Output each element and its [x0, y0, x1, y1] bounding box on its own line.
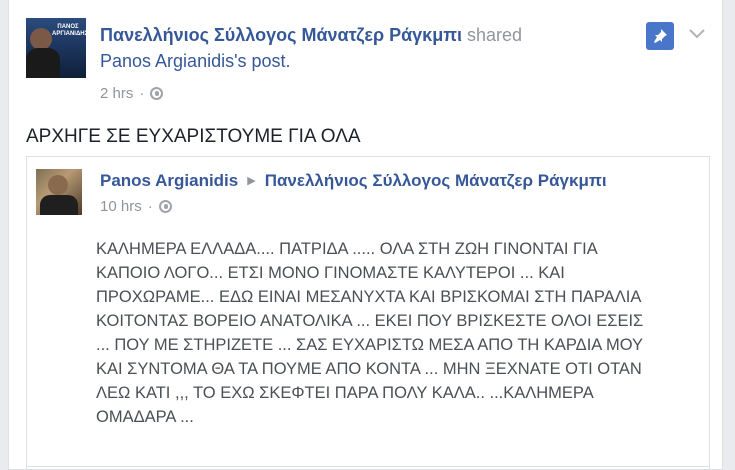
avatar-person-torso: [26, 48, 60, 78]
original-timestamp-row: 10 hrs ·: [100, 198, 172, 215]
author-avatar[interactable]: [36, 169, 82, 215]
shared-label: shared: [467, 25, 523, 45]
shared-timestamp-row: 2 hrs ·: [100, 85, 164, 102]
avatar-body: [40, 195, 78, 215]
original-post-card: Panos Argianidis ▶ Πανελλήνιος Σύλλογος …: [26, 156, 710, 470]
shared-headline: Πανελλήνιος Σύλλογος Μάνατζερ Ράγκμπι sh…: [100, 22, 630, 74]
pin-icon[interactable]: [646, 22, 674, 50]
divider: [26, 466, 710, 467]
page-avatar[interactable]: ΠΑΝΟΣ ΑΡΓΙΑΝΙΔΗΣ: [26, 18, 86, 78]
original-post-header: Panos Argianidis ▶ Πανελλήνιος Σύλλογος …: [100, 169, 607, 193]
chevron-down-icon[interactable]: [689, 20, 705, 46]
avatar-face: [48, 175, 68, 195]
original-author-link[interactable]: Panos Argianidis: [100, 51, 234, 71]
separator-dot: ·: [147, 198, 153, 215]
target-page-link[interactable]: Πανελλήνιος Σύλλογος Μάνατζερ Ράγκμπι: [265, 169, 607, 193]
avatar-person-head: [30, 28, 52, 50]
arrow-right-icon: ▶: [247, 175, 256, 187]
author-name-link[interactable]: Panos Argianidis: [100, 169, 238, 193]
avatar-logo-text: ΠΑΝΟΣ ΑΡΓΙΑΝΙΔΗΣ: [52, 24, 86, 37]
separator-dot: ·: [139, 85, 145, 102]
globe-icon[interactable]: [158, 200, 172, 213]
shared-post-card: ΠΑΝΟΣ ΑΡΓΙΑΝΙΔΗΣ Πανελλήνιος Σύλλογος Μά…: [8, 0, 723, 470]
original-post-text: ΚΑΛΗΜΕΡΑ ΕΛΛΑΔΑ.... ΠΑΤΡΙΔΑ ..... ΟΛΑ ΣΤ…: [96, 240, 644, 426]
globe-icon[interactable]: [150, 87, 164, 100]
post-link-suffix[interactable]: 's post.: [234, 51, 290, 71]
original-timestamp[interactable]: 10 hrs: [100, 198, 142, 215]
shared-timestamp[interactable]: 2 hrs: [100, 85, 133, 102]
share-message: ΑΡΧΗΓΕ ΣΕ ΕΥΧΑΡΙΣΤΟΥΜΕ ΓΙΑ ΟΛΑ: [26, 126, 361, 147]
page-name-link[interactable]: Πανελλήνιος Σύλλογος Μάνατζερ Ράγκμπι: [100, 25, 462, 45]
